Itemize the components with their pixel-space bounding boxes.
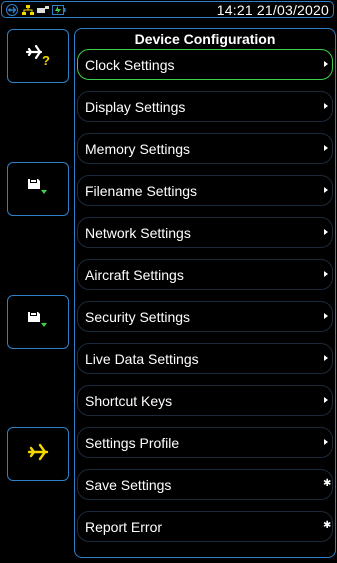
- menu-item-label: Filename Settings: [85, 183, 198, 199]
- menu-item-live-data-settings[interactable]: Live Data Settings: [77, 343, 333, 374]
- device-configuration-panel: Device Configuration Clock Settings Disp…: [74, 28, 336, 558]
- menu-item-label: Aircraft Settings: [85, 267, 184, 283]
- menu-item-shortcut-keys[interactable]: Shortcut Keys: [77, 385, 333, 416]
- floppy-download-icon: [27, 176, 49, 203]
- usb-icon: [37, 5, 49, 15]
- menu-item-label: Report Error: [85, 519, 163, 535]
- menu-item-label: Security Settings: [85, 309, 191, 325]
- menu-item-label: Network Settings: [85, 225, 191, 241]
- airplane-question-icon: ?: [25, 42, 51, 71]
- panel-title: Device Configuration: [134, 31, 276, 47]
- network-icon: [22, 4, 34, 16]
- menu-item-label: Display Settings: [85, 99, 186, 115]
- chevron-right-icon: [324, 355, 328, 361]
- status-bar: 14:21 21/03/2020: [1, 1, 334, 18]
- chevron-right-icon: [324, 103, 328, 109]
- menu-item-aircraft-settings[interactable]: Aircraft Settings: [77, 259, 333, 290]
- action-dot-icon: ✱: [323, 478, 332, 489]
- menu-item-settings-profile[interactable]: Settings Profile: [77, 427, 333, 458]
- chevron-right-icon: [324, 397, 328, 403]
- menu-item-label: Shortcut Keys: [85, 393, 173, 409]
- airplane-icon: [5, 4, 19, 16]
- save-upload-button[interactable]: [7, 295, 69, 349]
- chevron-right-icon: [324, 145, 328, 151]
- status-icons: [5, 3, 66, 17]
- chevron-right-icon: [324, 187, 328, 193]
- menu-item-network-settings[interactable]: Network Settings: [77, 217, 333, 248]
- menu-item-clock-settings[interactable]: Clock Settings: [77, 49, 333, 80]
- menu-item-label: Settings Profile: [85, 435, 180, 451]
- chevron-right-icon: [324, 271, 328, 277]
- menu-item-security-settings[interactable]: Security Settings: [77, 301, 333, 332]
- menu-item-memory-settings[interactable]: Memory Settings: [77, 133, 333, 164]
- airplane-icon: [26, 441, 50, 468]
- menu-item-label: Live Data Settings: [85, 351, 199, 367]
- menu-item-label: Save Settings: [85, 477, 172, 493]
- chevron-right-icon: [324, 313, 328, 319]
- aircraft-unknown-button[interactable]: ?: [7, 29, 69, 83]
- menu-item-label: Clock Settings: [85, 57, 175, 73]
- save-download-button[interactable]: [7, 162, 69, 216]
- clock-time-date: 14:21 21/03/2020: [216, 2, 329, 18]
- menu-item-label: Memory Settings: [85, 141, 191, 157]
- chevron-right-icon: [324, 61, 328, 67]
- chevron-right-icon: [324, 439, 328, 445]
- menu-item-filename-settings[interactable]: Filename Settings: [77, 175, 333, 206]
- svg-text:?: ?: [42, 53, 50, 66]
- action-dot-icon: ✱: [323, 520, 332, 531]
- menu-item-save-settings[interactable]: Save Settings ✱: [77, 469, 333, 500]
- menu-item-report-error[interactable]: Report Error ✱: [77, 511, 333, 542]
- floppy-download-icon: [27, 309, 49, 336]
- flight-button[interactable]: [7, 427, 69, 481]
- chevron-right-icon: [324, 229, 328, 235]
- menu-item-display-settings[interactable]: Display Settings: [77, 91, 333, 122]
- battery-charging-icon: [52, 4, 66, 16]
